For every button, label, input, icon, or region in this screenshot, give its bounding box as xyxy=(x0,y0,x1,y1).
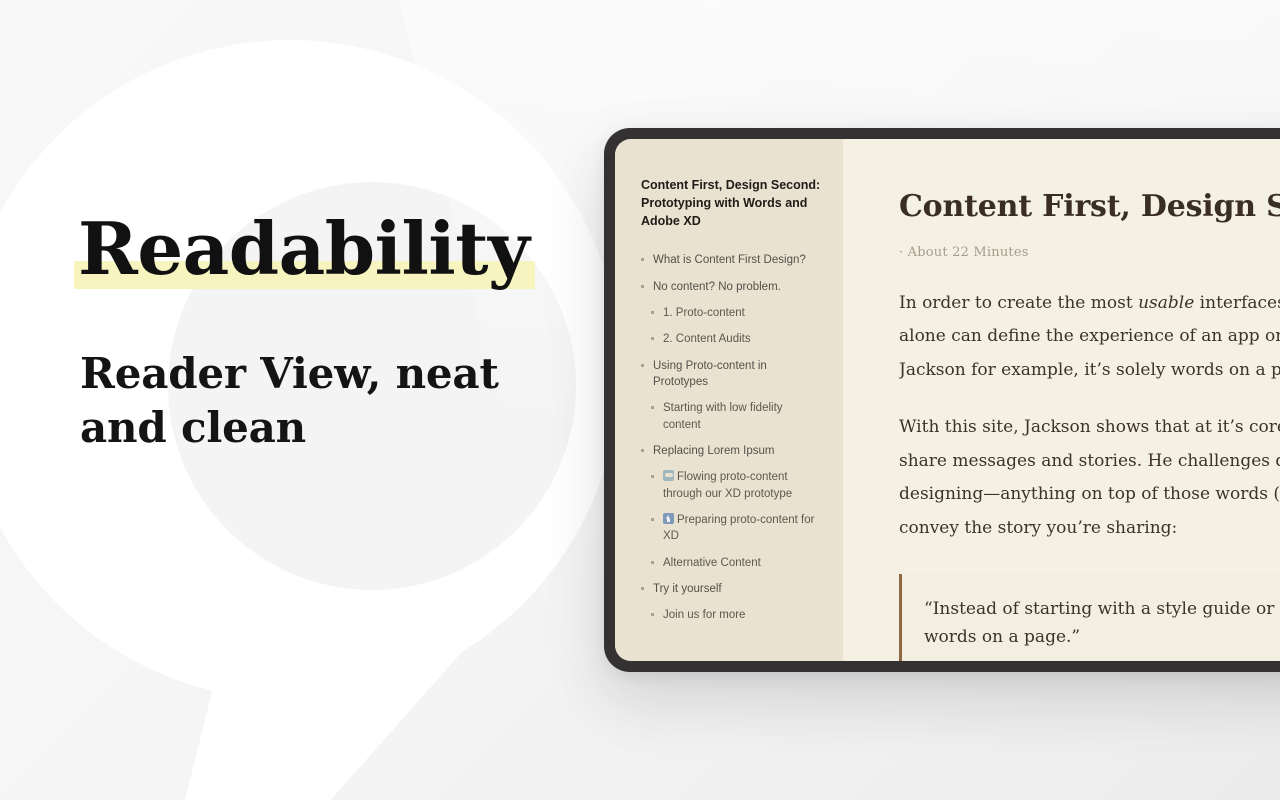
paragraph-text: In order to create the most xyxy=(899,292,1139,313)
toc-item[interactable]: Join us for more xyxy=(651,607,821,623)
toc-item-label: Replacing Lorem Ipsum xyxy=(653,444,775,457)
toc-item[interactable]: Starting with low fidelity content xyxy=(651,400,821,433)
toc-item[interactable]: Using Proto-content in Prototypes xyxy=(641,358,821,391)
toc-item-label: Starting with low fidelity content xyxy=(663,402,783,431)
page-title: Readability xyxy=(78,212,530,285)
toc-item[interactable]: No content? No problem. xyxy=(641,279,821,295)
toc-item[interactable]: Preparing proto-content for XD xyxy=(651,512,821,545)
speech-bubble-icon xyxy=(663,470,674,482)
toc-item[interactable]: Flowing proto-content through our XD pro… xyxy=(651,469,821,502)
article-paragraph: convey the story you’re sharing: xyxy=(899,517,1178,538)
toc-item-label: Join us for more xyxy=(663,609,746,622)
article-blockquote: “Instead of starting with a style guide … xyxy=(899,574,1280,661)
page-subtitle: Reader View, neat and clean xyxy=(80,349,499,453)
toc-item-label: Preparing proto-content for XD xyxy=(663,513,815,543)
paragraph-text: interfaces, content c xyxy=(1199,292,1280,313)
page-title-highlight: Readability xyxy=(78,206,530,291)
toc-item[interactable]: What is Content First Design? xyxy=(641,252,821,268)
toc-item[interactable]: 1. Proto-content xyxy=(651,305,821,321)
toc-item-label: Using Proto-content in Prototypes xyxy=(653,359,767,388)
up-arrow-badge-icon xyxy=(663,512,674,524)
reader-article: Content First, Design Second: Prototypin… xyxy=(843,139,1280,661)
toc-item-label: Try it yourself xyxy=(653,582,722,595)
device-screen: Content First, Design Second: Prototypin… xyxy=(615,139,1280,661)
toc-item[interactable]: Alternative Content xyxy=(651,555,821,571)
article-reading-time: · About 22 Minutes xyxy=(899,244,1029,260)
table-of-contents: What is Content First Design? No content… xyxy=(641,252,821,623)
paragraph-emphasis: usable xyxy=(1138,292,1195,313)
article-paragraph: designing—anything on top of those words… xyxy=(899,484,1280,505)
reader-sidebar: Content First, Design Second: Prototypin… xyxy=(615,139,843,661)
toc-item[interactable]: Try it yourself xyxy=(641,581,821,597)
toc-item-label: Flowing proto-content through our XD pro… xyxy=(663,471,793,500)
hero-section: Readability Reader View, neat and clean xyxy=(78,212,598,455)
sidebar-article-title: Content First, Design Second: Prototypin… xyxy=(641,178,821,228)
article-paragraph: In order to create the most usable inter… xyxy=(899,290,1280,318)
blockquote-line: words on a page.” xyxy=(924,626,1081,647)
article-paragraph: Jackson for example, it’s solely words o… xyxy=(899,359,1280,380)
device-mockup: Content First, Design Second: Prototypin… xyxy=(604,128,1280,672)
article-paragraph: With this site, Jackson shows that at it… xyxy=(899,417,1280,438)
toc-item-label: 2. Content Audits xyxy=(663,333,751,346)
blockquote-line: “Instead of starting with a style guide … xyxy=(924,599,1280,620)
toc-item[interactable]: Replacing Lorem Ipsum xyxy=(641,443,821,459)
toc-item-label: 1. Proto-content xyxy=(663,306,745,319)
toc-item[interactable]: 2. Content Audits xyxy=(651,331,821,347)
toc-item-label: No content? No problem. xyxy=(653,280,781,293)
toc-item-label: What is Content First Design? xyxy=(653,254,806,267)
article-title: Content First, Design Second: Prototypin… xyxy=(899,189,1280,224)
toc-item-label: Alternative Content xyxy=(663,556,761,569)
article-paragraph: alone can define the experience of an ap… xyxy=(899,326,1280,347)
article-paragraph: share messages and stories. He challenge… xyxy=(899,450,1280,471)
